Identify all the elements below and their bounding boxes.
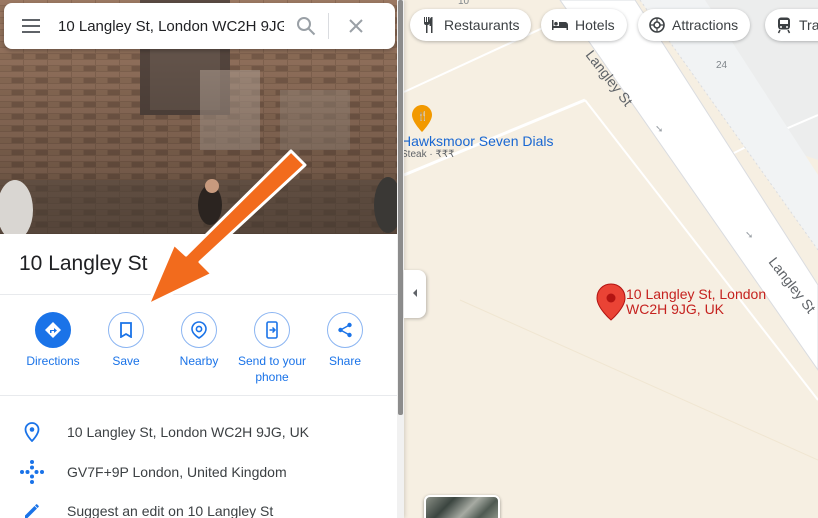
location-pin-icon: [0, 422, 64, 442]
fork-knife-icon: [420, 16, 438, 34]
camera-icon: [648, 16, 666, 34]
svg-text:➘: ➘: [745, 230, 753, 241]
chip-label: Transit: [799, 17, 818, 33]
chip-label: Attractions: [672, 17, 739, 33]
chip-restaurants[interactable]: Restaurants: [410, 9, 532, 41]
building-number: 10: [458, 0, 470, 7]
poi-label[interactable]: Hawksmoor Seven Dials: [401, 133, 554, 149]
action-label: Directions: [26, 354, 80, 368]
info-row-plus-code[interactable]: GV7F+9P London, United Kingdom: [0, 452, 397, 492]
info-row-address[interactable]: 10 Langley St, London WC2H 9JG, UK: [0, 412, 397, 452]
chip-transit[interactable]: Transit: [765, 9, 818, 41]
action-label: Send to your phone: [237, 354, 307, 384]
search-icon[interactable]: [284, 16, 328, 36]
location-pin-marker-icon: [596, 283, 626, 321]
svg-text:🍴: 🍴: [417, 110, 428, 122]
menu-icon[interactable]: [4, 18, 58, 34]
share-icon: [327, 312, 363, 348]
plus-code-text: GV7F+9P London, United Kingdom: [67, 464, 287, 480]
search-box[interactable]: [4, 3, 395, 49]
pencil-icon: [0, 502, 64, 518]
nearby-icon: [181, 312, 217, 348]
nearby-button[interactable]: Nearby: [162, 312, 236, 369]
close-icon[interactable]: [329, 18, 383, 34]
action-label: Nearby: [179, 354, 219, 368]
send-to-phone-icon: [254, 312, 290, 348]
directions-button[interactable]: Directions: [16, 312, 90, 369]
address-text: 10 Langley St, London WC2H 9JG, UK: [67, 424, 310, 440]
directions-icon: [35, 312, 71, 348]
send-to-phone-button[interactable]: Send to your phone: [235, 312, 309, 385]
place-panel: 10 Langley St Directions Save Nearby Sen…: [0, 0, 404, 518]
layers-thumbnail[interactable]: [424, 495, 500, 518]
plus-code-icon: [0, 459, 64, 485]
action-label: Save: [112, 354, 140, 368]
collapse-panel-button[interactable]: [404, 270, 426, 318]
suggest-edit-text: Suggest an edit on 10 Langley St: [67, 503, 274, 518]
share-button[interactable]: Share: [308, 312, 382, 369]
poi-sublabel: Steak · ₹₹₹: [401, 149, 455, 160]
place-title: 10 Langley St: [19, 252, 148, 275]
save-button[interactable]: Save: [89, 312, 163, 369]
pin-label-line2: WC2H 9JG, UK: [626, 301, 725, 317]
search-input[interactable]: [58, 17, 284, 35]
chip-attractions[interactable]: Attractions: [638, 9, 751, 41]
chip-label: Hotels: [575, 17, 615, 33]
bookmark-icon: [108, 312, 144, 348]
chip-hotels[interactable]: Hotels: [541, 9, 627, 41]
scrollbar-thumb[interactable]: [398, 0, 403, 415]
chip-label: Restaurants: [444, 17, 520, 33]
action-label: Share: [328, 354, 362, 368]
svg-text:➘: ➘: [655, 124, 663, 135]
info-row-suggest-edit[interactable]: Suggest an edit on 10 Langley St: [0, 491, 397, 518]
chevron-left-icon: [411, 285, 419, 303]
train-icon: [775, 16, 793, 34]
bed-icon: [551, 16, 569, 34]
building-number: 24: [716, 60, 728, 71]
divider: [0, 294, 397, 295]
divider: [0, 395, 397, 396]
pin-label-line1: 10 Langley St, London: [626, 286, 767, 302]
